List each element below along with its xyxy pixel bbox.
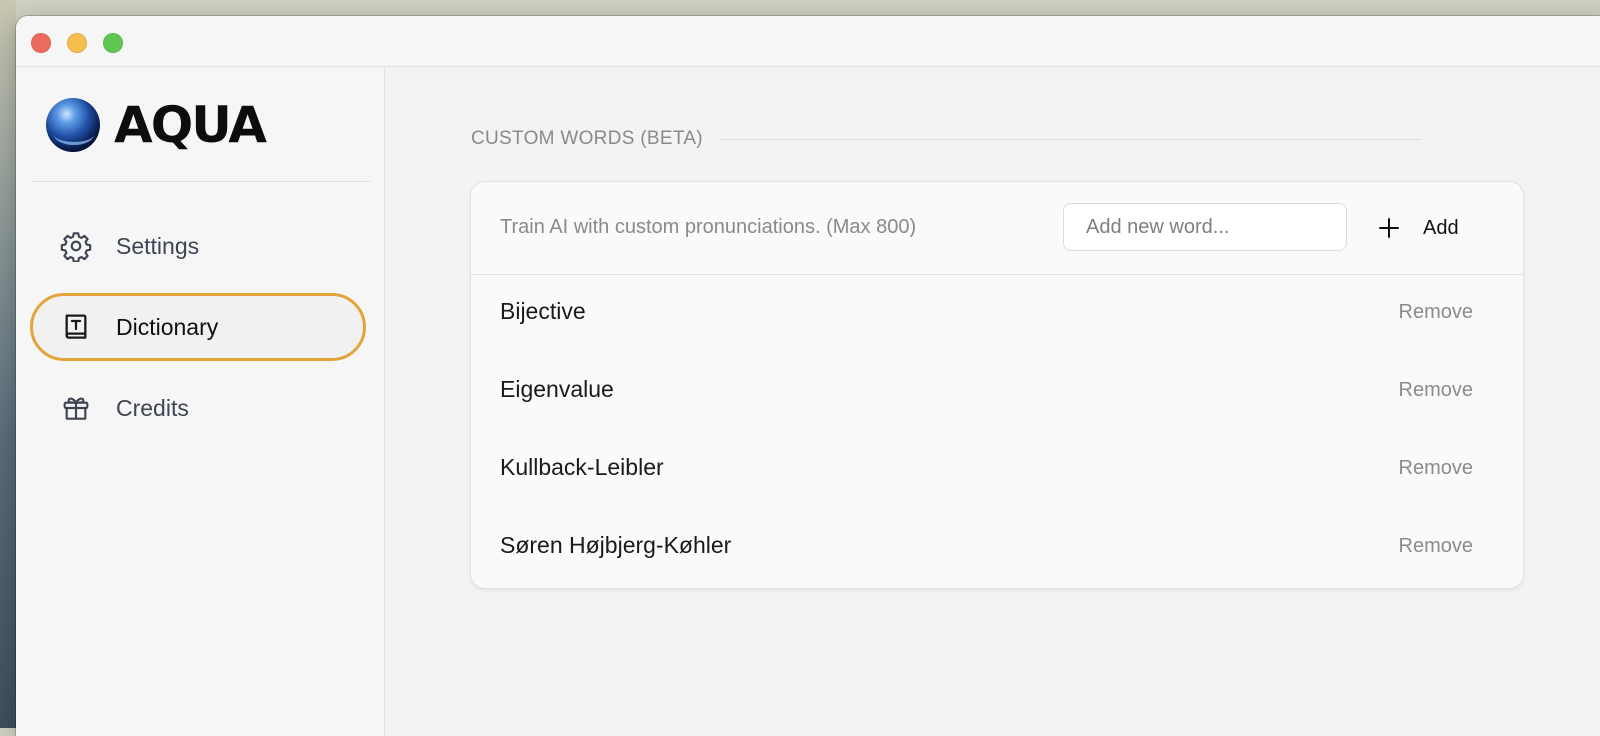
app-window: AQUA Settings Dictionary Credits CUSTOM … [16, 16, 1600, 736]
sidebar-item-credits[interactable]: Credits [30, 374, 366, 442]
word-text: Søren Højbjerg-Køhler [500, 532, 732, 558]
add-word-button[interactable]: Add [1377, 207, 1459, 249]
desktop-background [0, 0, 16, 728]
close-window-button[interactable] [31, 33, 51, 53]
section-divider [718, 138, 1421, 140]
custom-words-card: Train AI with custom pronunciations. (Ma… [471, 182, 1523, 588]
section-title: CUSTOM WORDS (BETA) [471, 128, 703, 149]
sidebar-item-label: Dictionary [116, 313, 219, 340]
word-row: Eigenvalue Remove [471, 352, 1523, 430]
main-content: CUSTOM WORDS (BETA) Train AI with custom… [385, 67, 1600, 736]
sidebar-item-dictionary[interactable]: Dictionary [30, 293, 366, 361]
sidebar-divider [32, 181, 370, 182]
word-row: Bijective Remove [471, 274, 1523, 352]
section-header: CUSTOM WORDS (BETA) [471, 127, 1421, 151]
plus-icon [1379, 218, 1399, 238]
minimize-window-button[interactable] [67, 33, 87, 53]
gift-icon [63, 397, 89, 420]
zoom-window-button[interactable] [103, 33, 123, 53]
hint-text: Train AI with custom pronunciations. (Ma… [500, 216, 917, 238]
dictionary-icon [65, 314, 87, 339]
remove-word-button[interactable]: Remove [1399, 379, 1473, 402]
title-bar [16, 16, 1600, 67]
word-row: Kullback-Leibler Remove [471, 430, 1523, 508]
word-text: Kullback-Leibler [500, 454, 664, 480]
sidebar: AQUA Settings Dictionary Credits [16, 67, 385, 736]
logo-orb-icon [46, 98, 100, 152]
sidebar-item-label: Credits [116, 394, 189, 421]
word-text: Eigenvalue [500, 376, 614, 402]
word-row: Søren Højbjerg-Køhler Remove [471, 508, 1523, 586]
gear-icon [60, 232, 92, 262]
logo-text: AQUA [114, 96, 267, 154]
add-button-label: Add [1423, 216, 1459, 239]
add-word-bar: Train AI with custom pronunciations. (Ma… [471, 182, 1523, 275]
remove-word-button[interactable]: Remove [1399, 457, 1473, 480]
word-text: Bijective [500, 298, 586, 324]
remove-word-button[interactable]: Remove [1399, 301, 1473, 324]
sidebar-item-label: Settings [116, 232, 200, 259]
new-word-input[interactable] [1063, 203, 1347, 251]
sidebar-item-settings[interactable]: Settings [30, 212, 366, 280]
remove-word-button[interactable]: Remove [1399, 535, 1473, 558]
app-logo: AQUA [46, 96, 267, 154]
